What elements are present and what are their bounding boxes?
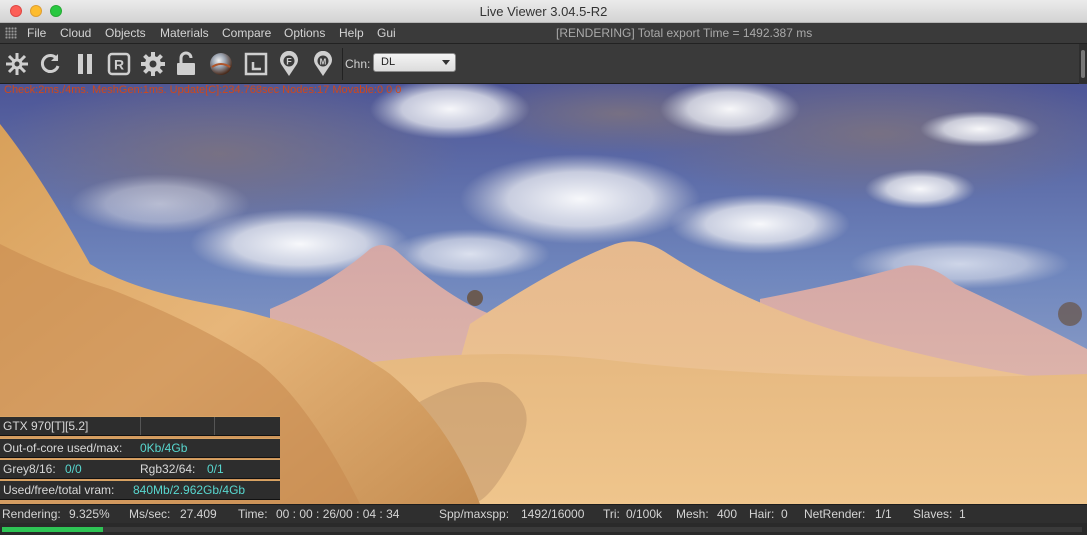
- hud-out-of-core-row: Out-of-core used/max: 0Kb/4Gb: [0, 438, 280, 458]
- rendering-label: Rendering:: [2, 507, 61, 521]
- time-label: Time:: [238, 507, 268, 521]
- ms-value: 27.409: [180, 507, 217, 521]
- svg-text:R: R: [114, 57, 124, 73]
- render-status-bar: Rendering: 9.325% Ms/sec: 27.409 Time: 0…: [0, 504, 1087, 523]
- focus-pin-icon[interactable]: F: [275, 50, 303, 78]
- menu-cloud[interactable]: Cloud: [60, 26, 91, 40]
- aperture-icon[interactable]: [3, 50, 31, 78]
- material-ball-icon[interactable]: [207, 50, 235, 78]
- hud-divider: [214, 417, 215, 435]
- mesh-value: 400: [717, 507, 738, 521]
- rgb-label: Rgb32/64:: [140, 462, 196, 476]
- netrender-value: 1/1: [875, 507, 892, 521]
- menu-gui[interactable]: Gui: [377, 26, 396, 40]
- progress-fill: [2, 527, 103, 532]
- scrollbar-thumb[interactable]: [1081, 50, 1085, 78]
- toolbar: R F M Chn: DL: [0, 44, 1087, 84]
- spp-label: Spp/maxspp:: [439, 507, 510, 521]
- pause-icon[interactable]: [71, 50, 99, 78]
- out-of-core-label: Out-of-core used/max:: [3, 441, 123, 455]
- rendering-value: 9.325%: [69, 507, 110, 521]
- grey-value: 0/0: [65, 462, 82, 476]
- render-stats-overlay: Check:2ms./4ms. MeshGen:1ms. Update[C]:2…: [4, 84, 402, 96]
- toolbar-scrollbar[interactable]: [1079, 44, 1087, 84]
- hud-gpu-row: GTX 970[T][5.2]: [0, 416, 280, 436]
- menu-file[interactable]: File: [27, 26, 46, 40]
- out-of-core-value: 0Kb/4Gb: [140, 441, 188, 455]
- hud-vram-row: Used/free/total vram: 840Mb/2.962Gb/4Gb: [0, 480, 280, 500]
- gear-icon[interactable]: [139, 50, 167, 78]
- menu-help[interactable]: Help: [339, 26, 364, 40]
- channel-label: Chn:: [345, 57, 371, 71]
- time-value: 00 : 00 : 26/00 : 04 : 34: [276, 507, 400, 521]
- gpu-name: GTX 970[T][5.2]: [3, 419, 89, 433]
- vram-value: 840Mb/2.962Gb/4Gb: [133, 483, 246, 497]
- grey-label: Grey8/16:: [3, 462, 56, 476]
- crop-region-icon[interactable]: [242, 50, 270, 78]
- vram-label: Used/free/total vram:: [3, 483, 115, 497]
- menu-compare[interactable]: Compare: [222, 26, 271, 40]
- hair-value: 0: [781, 507, 788, 521]
- tri-value: 0/100k: [626, 507, 663, 521]
- mesh-label: Mesh:: [676, 507, 709, 521]
- rgb-value: 0/1: [207, 462, 224, 476]
- render-progress: [0, 523, 1087, 535]
- channel-select[interactable]: DL: [373, 53, 456, 72]
- channel-select-value: DL: [381, 56, 396, 68]
- netrender-label: NetRender:: [804, 507, 866, 521]
- grip-icon[interactable]: [5, 27, 17, 39]
- ms-label: Ms/sec:: [129, 507, 171, 521]
- toolbar-separator: [342, 48, 343, 80]
- svg-text:F: F: [286, 57, 292, 67]
- svg-text:M: M: [320, 58, 327, 67]
- menu-options[interactable]: Options: [284, 26, 325, 40]
- title-bar: Live Viewer 3.04.5-R2: [0, 0, 1087, 23]
- progress-track: [2, 527, 1082, 532]
- hud-texture-row: Grey8/16: 0/0 Rgb32/64: 0/1: [0, 459, 280, 479]
- slaves-value: 1: [959, 507, 966, 521]
- render-region-icon[interactable]: R: [105, 50, 133, 78]
- menu-materials[interactable]: Materials: [160, 26, 209, 40]
- chevron-down-icon: [442, 60, 450, 65]
- render-viewport[interactable]: Check:2ms./4ms. MeshGen:1ms. Update[C]:2…: [0, 84, 1087, 504]
- menu-bar: File Cloud Objects Materials Compare Opt…: [0, 23, 1087, 44]
- unlock-icon[interactable]: [172, 50, 200, 78]
- refresh-icon[interactable]: [36, 50, 64, 78]
- hair-label: Hair:: [749, 507, 775, 521]
- hud-divider: [140, 417, 141, 435]
- spp-value: 1492/16000: [521, 507, 585, 521]
- material-pin-icon[interactable]: M: [309, 50, 337, 78]
- render-status-message: [RENDERING] Total export Time = 1492.387…: [556, 26, 813, 40]
- tri-label: Tri:: [603, 507, 620, 521]
- slaves-label: Slaves:: [913, 507, 953, 521]
- window-title: Live Viewer 3.04.5-R2: [479, 4, 608, 19]
- menu-objects[interactable]: Objects: [105, 26, 146, 40]
